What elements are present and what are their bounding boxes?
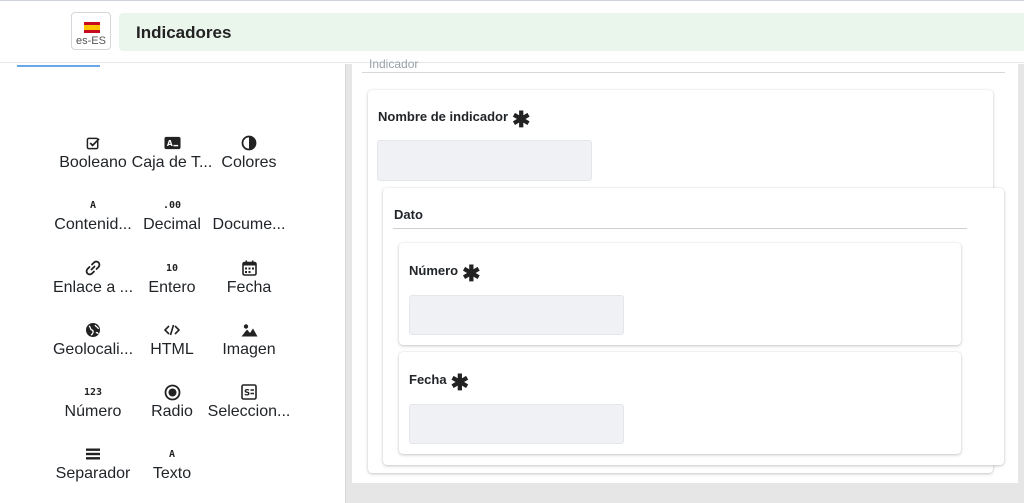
- palette-item-seleccion[interactable]: S Seleccion...: [208, 382, 290, 436]
- palette-item-separador[interactable]: Separador: [53, 444, 133, 498]
- section-label-cut: Indicador: [369, 57, 419, 71]
- palette-item-decimal[interactable]: .00 Decimal: [132, 195, 212, 249]
- palette-item-fecha[interactable]: Fecha: [209, 258, 289, 312]
- numero-input[interactable]: [409, 295, 624, 335]
- integer-icon: 10: [165, 262, 179, 274]
- palette-item-documento[interactable]: Docume...: [209, 195, 289, 249]
- top-border: [0, 0, 1024, 1]
- language-code: es-ES: [76, 35, 106, 47]
- globe-icon: [53, 320, 133, 340]
- indicator-card[interactable]: Nombre de indicador ✱ Dato Número ✱ Fecha: [368, 90, 1004, 473]
- palette-item-label: Colores: [221, 154, 277, 171]
- required-star-icon: ✱: [462, 261, 481, 286]
- dato-divider: [393, 228, 967, 229]
- textbox-icon: A: [132, 133, 212, 153]
- decimal-icon: .00: [162, 199, 182, 211]
- palette-item-texto[interactable]: A Texto: [132, 444, 212, 498]
- numero-card[interactable]: Número ✱: [399, 243, 961, 345]
- spain-flag-icon: [84, 22, 100, 33]
- palette-item-radio[interactable]: Radio: [132, 382, 212, 436]
- select-icon: S: [209, 382, 289, 402]
- fecha-input[interactable]: [409, 404, 624, 444]
- required-star-icon: ✱: [450, 370, 470, 395]
- palette-item-html[interactable]: HTML: [132, 320, 212, 374]
- palette-item-caja-de-texto[interactable]: A Caja de T...: [132, 133, 212, 187]
- code-icon: [132, 320, 212, 340]
- section-divider: [362, 72, 1005, 73]
- active-tab-indicator: [17, 65, 100, 67]
- indicator-name-label: Nombre de indicador ✱: [378, 107, 531, 132]
- number-icon: 123: [83, 386, 103, 398]
- page-title: Indicadores: [136, 23, 232, 42]
- fecha-label: Fecha ✱: [409, 370, 470, 395]
- text-icon: A: [168, 448, 176, 460]
- language-selector[interactable]: es-ES: [71, 12, 111, 50]
- palette-item-colores[interactable]: Colores: [209, 133, 289, 187]
- calendar-icon: [209, 258, 289, 278]
- link-icon: [53, 258, 133, 278]
- palette-item-label: Docume...: [212, 216, 286, 233]
- required-star-icon: ✱: [512, 107, 531, 132]
- indicator-name-input[interactable]: [377, 140, 592, 181]
- palette-item-booleano[interactable]: Booleano: [53, 133, 133, 187]
- palette-item-label: Imagen: [222, 341, 276, 358]
- dato-card[interactable]: Dato Número ✱ Fecha ✱: [383, 188, 1004, 465]
- radio-icon: [132, 382, 212, 402]
- image-icon: [209, 320, 289, 340]
- title-bar: Indicadores: [119, 13, 1024, 51]
- form-canvas: Indicador Nombre de indicador ✱ Dato Núme…: [346, 57, 1024, 503]
- palette-item-label: Fecha: [226, 279, 272, 296]
- fecha-card[interactable]: Fecha ✱: [399, 352, 961, 454]
- palette-item-label: Texto: [152, 465, 192, 482]
- numero-label: Número ✱: [409, 261, 481, 286]
- svg-text:S: S: [244, 389, 250, 399]
- contrast-icon: [209, 133, 289, 153]
- palette-item-contenido[interactable]: A Contenid...: [53, 195, 133, 249]
- palette-item-numero[interactable]: 123 Número: [53, 382, 133, 436]
- palette-item-label: Seleccion...: [207, 403, 291, 420]
- form-panel: Indicador Nombre de indicador ✱ Dato Núme…: [352, 57, 1018, 483]
- palette-item-enlace[interactable]: Enlace a ...: [53, 258, 133, 312]
- component-palette: Booleano A Caja de T... Colores A Conten…: [0, 64, 345, 503]
- separator-icon: [53, 444, 133, 464]
- dato-label: Dato: [394, 207, 423, 222]
- palette-item-geolocalizacion[interactable]: Geolocali...: [53, 320, 133, 374]
- palette-item-imagen[interactable]: Imagen: [209, 320, 289, 374]
- top-bar: es-ES Indicadores: [0, 0, 1024, 63]
- text-a-icon: A: [89, 199, 97, 211]
- svg-text:A: A: [166, 139, 172, 148]
- palette-item-entero[interactable]: 10 Entero: [132, 258, 212, 312]
- checkbox-icon: [53, 133, 133, 153]
